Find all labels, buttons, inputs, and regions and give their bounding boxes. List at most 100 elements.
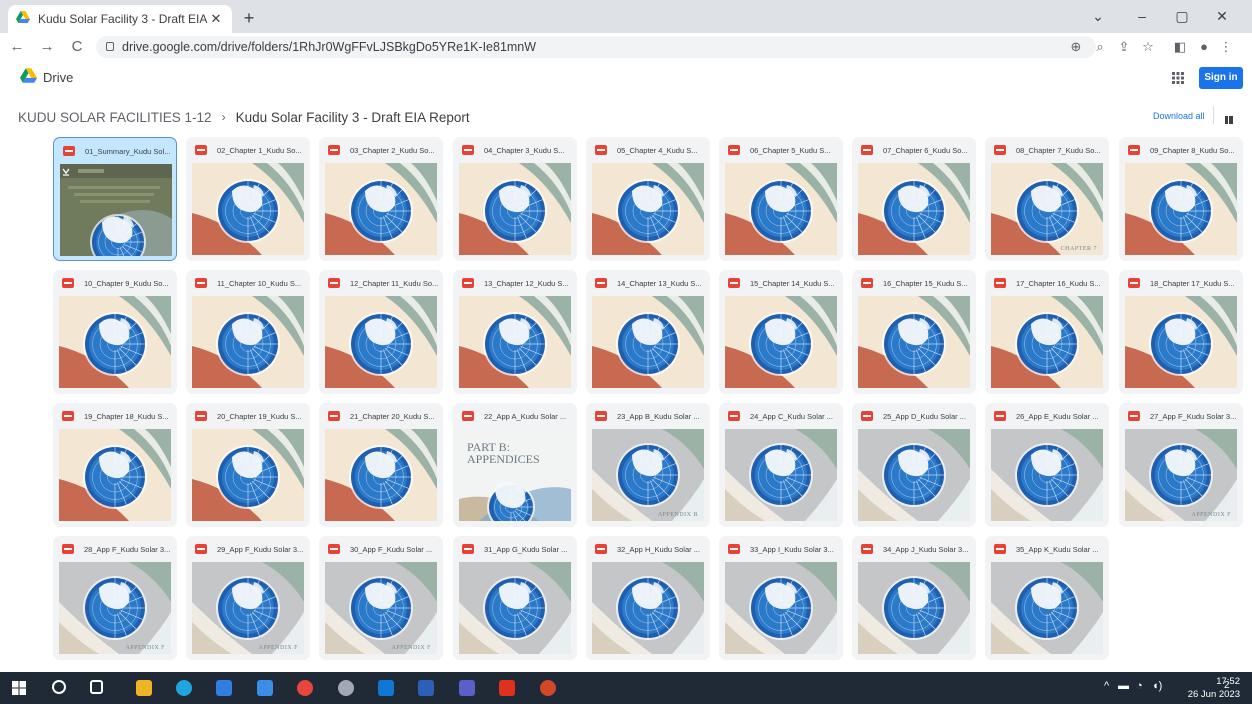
file-tile[interactable]: 04_Chapter 3_Kudu S... — [453, 137, 577, 261]
clock-date[interactable]: 26 Jun 2023 — [1180, 689, 1240, 700]
file-thumbnail[interactable] — [192, 296, 304, 388]
file-tile[interactable]: 18_Chapter 17_Kudu S... — [1119, 270, 1243, 394]
file-thumbnail[interactable] — [725, 429, 837, 521]
file-thumbnail[interactable] — [725, 163, 837, 255]
file-thumbnail[interactable] — [858, 429, 970, 521]
thumbnail-cover-label: APPENDIX F — [391, 645, 431, 651]
file-name: 09_Chapter 8_Kudu So... — [1150, 145, 1235, 155]
file-thumbnail[interactable] — [991, 562, 1103, 654]
battery-icon[interactable]: ▬ — [1118, 680, 1129, 692]
file-thumbnail[interactable] — [858, 562, 970, 654]
file-thumbnail[interactable]: APPENDIX F — [59, 562, 171, 654]
wifi-icon[interactable]: ◔ — [1136, 680, 1143, 692]
file-tile[interactable]: 27_App F_Kudu Solar 3... APPENDIX F — [1119, 403, 1243, 527]
file-name: 01_Summary_Kudu Sol... — [85, 146, 171, 156]
file-tile[interactable]: 21_Chapter 20_Kudu S... — [319, 403, 443, 527]
file-thumbnail[interactable] — [1125, 296, 1237, 388]
pdf-file-icon — [462, 145, 474, 155]
file-tile[interactable]: 07_Chapter 6_Kudu So... — [852, 137, 976, 261]
file-tile[interactable]: 26_App E_Kudu Solar ... — [985, 403, 1109, 527]
chrome-icon[interactable] — [297, 680, 313, 696]
pdf-file-icon — [994, 411, 1006, 421]
file-thumbnail[interactable] — [858, 163, 970, 255]
file-thumbnail[interactable] — [192, 429, 304, 521]
file-thumbnail[interactable] — [725, 296, 837, 388]
file-tile[interactable]: 02_Chapter 1_Kudu So... — [186, 137, 310, 261]
file-explorer-icon[interactable] — [136, 680, 152, 696]
file-tile[interactable]: 19_Chapter 18_Kudu S... — [53, 403, 177, 527]
file-tile[interactable]: 03_Chapter 2_Kudu So... — [319, 137, 443, 261]
file-thumbnail[interactable] — [592, 296, 704, 388]
file-tile[interactable]: 08_Chapter 7_Kudu So... CHAPTER 7 — [985, 137, 1109, 261]
task-view-icon[interactable] — [90, 680, 103, 694]
file-thumbnail[interactable]: CHAPTER 7 — [991, 163, 1103, 255]
file-tile[interactable]: 28_App F_Kudu Solar 3... APPENDIX F — [53, 536, 177, 660]
file-tile[interactable]: 10_Chapter 9_Kudu So... — [53, 270, 177, 394]
file-thumbnail[interactable] — [325, 429, 437, 521]
file-tile[interactable]: 13_Chapter 12_Kudu S... — [453, 270, 577, 394]
file-name: 16_Chapter 15_Kudu S... — [883, 278, 968, 288]
file-thumbnail[interactable]: APPENDIX F — [192, 562, 304, 654]
windows-start-icon[interactable] — [12, 681, 26, 695]
store-icon[interactable] — [216, 680, 232, 696]
file-thumbnail[interactable] — [592, 163, 704, 255]
file-tile[interactable]: 17_Chapter 16_Kudu S... — [985, 270, 1109, 394]
file-thumbnail[interactable] — [858, 296, 970, 388]
file-tile[interactable]: 12_Chapter 11_Kudu So... — [319, 270, 443, 394]
file-tile[interactable]: 25_App D_Kudu Solar ... — [852, 403, 976, 527]
app-icon[interactable] — [338, 680, 354, 696]
word-icon[interactable] — [418, 680, 434, 696]
file-thumbnail[interactable] — [592, 562, 704, 654]
file-thumbnail[interactable]: APPENDIX F — [325, 562, 437, 654]
file-tile[interactable]: 30_App F_Kudu Solar ... APPENDIX F — [319, 536, 443, 660]
file-tile[interactable]: 24_App C_Kudu Solar ... — [719, 403, 843, 527]
file-tile[interactable]: 31_App G_Kudu Solar ... — [453, 536, 577, 660]
file-thumbnail[interactable] — [459, 562, 571, 654]
file-thumbnail[interactable] — [991, 429, 1103, 521]
file-tile[interactable]: 34_App J_Kudu Solar 3... — [852, 536, 976, 660]
edge-browser-icon[interactable] — [176, 680, 192, 696]
file-thumbnail[interactable] — [192, 163, 304, 255]
file-thumbnail[interactable] — [59, 296, 171, 388]
file-tile[interactable]: 20_Chapter 19_Kudu S... — [186, 403, 310, 527]
file-tile[interactable]: 22_App A_Kudu Solar ... PART B: APPENDICE… — [453, 403, 577, 527]
pdf-file-icon — [728, 145, 740, 155]
file-tile[interactable]: 14_Chapter 13_Kudu S... — [586, 270, 710, 394]
taskbar-search-icon[interactable] — [52, 680, 66, 694]
volume-icon[interactable]: ◖) — [1152, 680, 1162, 692]
file-tile[interactable]: 35_App K_Kudu Solar ... — [985, 536, 1109, 660]
file-tile[interactable]: 23_App B_Kudu Solar ... APPENDIX B — [586, 403, 710, 527]
file-thumbnail[interactable]: APPENDIX F — [1125, 429, 1237, 521]
file-tile-header: 05_Chapter 4_Kudu S... — [586, 137, 710, 163]
show-hidden-icons-icon[interactable]: ^ — [1104, 680, 1109, 692]
file-thumbnail[interactable] — [1125, 163, 1237, 255]
file-thumbnail[interactable] — [459, 163, 571, 255]
file-thumbnail[interactable] — [725, 562, 837, 654]
acrobat-icon[interactable] — [499, 680, 515, 696]
file-tile[interactable]: 33_App I_Kudu Solar 3... — [719, 536, 843, 660]
file-tile[interactable]: 06_Chapter 5_Kudu S... — [719, 137, 843, 261]
file-thumbnail[interactable] — [60, 164, 172, 256]
file-thumbnail[interactable]: APPENDIX B — [592, 429, 704, 521]
teams-icon[interactable] — [459, 680, 475, 696]
file-tile[interactable]: 29_App F_Kudu Solar 3... APPENDIX F — [186, 536, 310, 660]
notification-icon[interactable]: 2 — [1224, 680, 1230, 691]
mail-icon[interactable] — [257, 680, 273, 696]
file-tile[interactable]: 01_Summary_Kudu Sol... — [53, 137, 177, 261]
file-thumbnail[interactable] — [325, 163, 437, 255]
file-thumbnail[interactable] — [325, 296, 437, 388]
file-tile[interactable]: 05_Chapter 4_Kudu S... — [586, 137, 710, 261]
file-tile[interactable]: 16_Chapter 15_Kudu S... — [852, 270, 976, 394]
file-thumbnail[interactable]: PART B: APPENDICES — [459, 429, 571, 521]
pdf-file-icon — [994, 544, 1006, 554]
file-tile[interactable]: 32_App H_Kudu Solar ... — [586, 536, 710, 660]
file-thumbnail[interactable] — [459, 296, 571, 388]
powerpoint-icon[interactable] — [540, 680, 556, 696]
outlook-icon[interactable] — [378, 680, 394, 696]
file-thumbnail[interactable] — [59, 429, 171, 521]
file-thumbnail[interactable] — [991, 296, 1103, 388]
file-tile[interactable]: 09_Chapter 8_Kudu So... — [1119, 137, 1243, 261]
pdf-file-icon — [62, 544, 74, 554]
file-tile[interactable]: 11_Chapter 10_Kudu S... — [186, 270, 310, 394]
file-tile[interactable]: 15_Chapter 14_Kudu S... — [719, 270, 843, 394]
